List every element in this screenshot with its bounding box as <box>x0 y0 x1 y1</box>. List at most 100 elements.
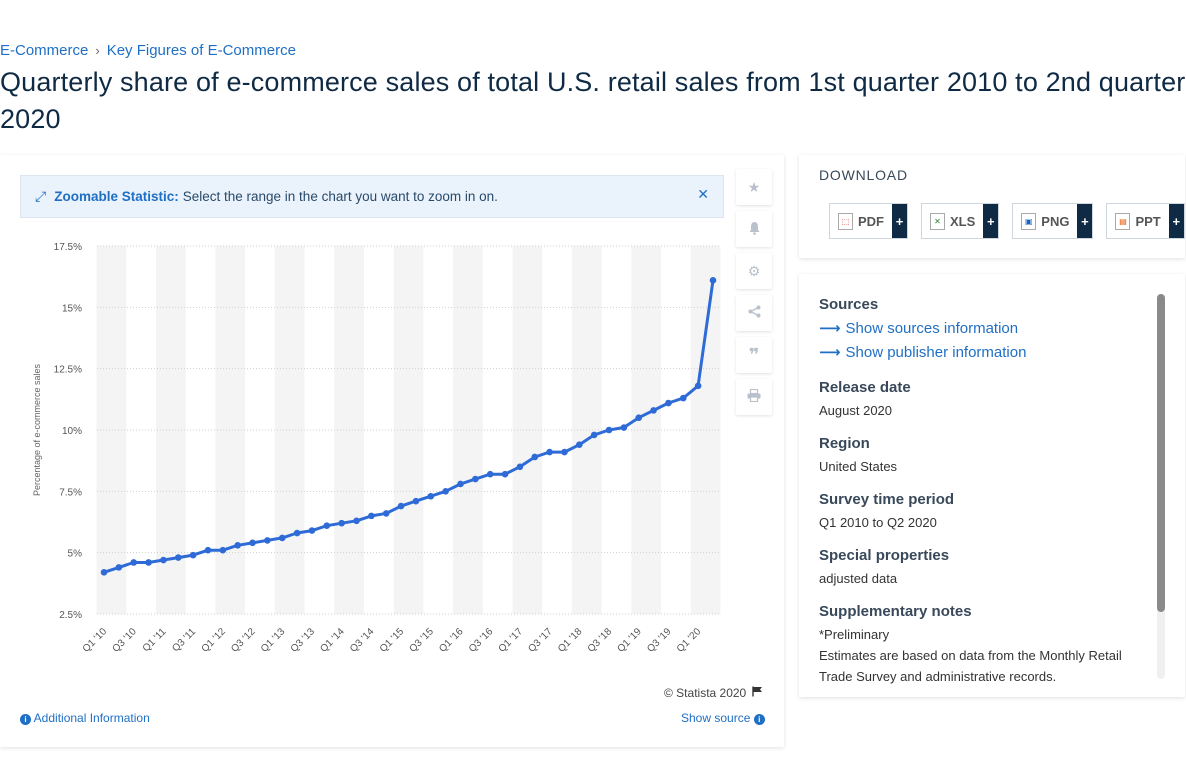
gear-icon: ⚙ <box>747 262 761 279</box>
statistic-info-content: Sources ⟶ Show sources information ⟶ Show … <box>819 296 1139 697</box>
sources-heading: Sources <box>819 296 879 313</box>
download-ppt-button[interactable]: ▤ PPT + <box>1106 203 1185 239</box>
grid-band <box>512 246 543 614</box>
survey-period-value: Q1 2010 to Q2 2020 <box>819 515 937 530</box>
download-pdf-button[interactable]: ⬚ PDF + <box>829 203 908 239</box>
chart-card: ⤢ Zoomable Statistic: Select the range i… <box>0 155 784 747</box>
data-point <box>501 470 509 478</box>
supplementary-notes-text: Estimates are based on data from the Mon… <box>819 648 1122 684</box>
settings-button[interactable]: ⚙ <box>736 253 772 289</box>
y-tick-label: 7.5% <box>59 487 82 498</box>
supplementary-notes-heading: Supplementary notes <box>819 603 972 620</box>
data-point <box>457 480 464 488</box>
data-point <box>427 492 435 500</box>
show-sources-label: Show sources information <box>845 320 1019 337</box>
release-date-heading: Release date <box>819 379 911 396</box>
plus-icon: + <box>892 204 907 238</box>
breadcrumb-link-ecommerce[interactable]: E-Commerce <box>0 42 88 59</box>
x-tick-label: Q1 '11 <box>141 626 169 654</box>
x-tick-label: Q1 '16 <box>437 626 466 655</box>
x-tick-label: Q1 '19 <box>615 626 644 655</box>
download-xls-button[interactable]: ✕ XLS + <box>921 203 1000 239</box>
show-source-link[interactable]: Show source i <box>681 711 765 725</box>
download-title: DOWNLOAD <box>819 167 908 183</box>
chart-toolbar: ★ ⚙ ❞ <box>736 169 772 421</box>
y-tick-label: 12.5% <box>54 365 82 376</box>
x-tick-label: Q3 '18 <box>586 626 615 655</box>
show-publisher-link[interactable]: ⟶ Show publisher information <box>819 341 1139 365</box>
data-point <box>561 448 568 456</box>
data-point <box>219 546 227 554</box>
data-point <box>576 441 583 449</box>
x-tick-label: Q3 '14 <box>348 626 377 655</box>
data-point <box>412 497 420 505</box>
download-png-button[interactable]: ▣ PNG + <box>1012 203 1094 239</box>
additional-info-label: Additional Information <box>33 711 150 725</box>
bell-icon <box>748 221 761 238</box>
y-tick-label: 5% <box>68 549 83 560</box>
data-point <box>353 517 360 525</box>
plus-icon: + <box>1168 204 1184 238</box>
info-scrollbar[interactable] <box>1157 294 1165 679</box>
cite-button[interactable]: ❞ <box>736 337 772 373</box>
print-button[interactable] <box>736 379 772 415</box>
show-source-label: Show source <box>681 711 751 725</box>
data-point <box>679 394 687 402</box>
png-icon: ▣ <box>1021 212 1037 230</box>
expand-icon: ⤢ <box>35 188 47 204</box>
region-value: United States <box>819 459 898 474</box>
download-xls-label: XLS <box>950 213 976 229</box>
data-point <box>397 502 405 510</box>
notification-button[interactable] <box>736 211 772 247</box>
data-point <box>546 448 553 456</box>
data-point <box>650 407 657 414</box>
y-tick-label: 10% <box>62 426 82 437</box>
share-button[interactable] <box>736 295 772 331</box>
data-point <box>130 559 138 566</box>
close-icon[interactable]: ✕ <box>697 186 709 203</box>
data-point <box>160 556 167 564</box>
x-tick-label: Q3 '13 <box>289 626 318 655</box>
data-point <box>531 453 539 461</box>
supplementary-notes-preliminary: *Preliminary <box>819 627 890 642</box>
data-point <box>694 382 702 390</box>
data-point <box>323 522 331 529</box>
show-publisher-label: Show publisher information <box>845 344 1027 361</box>
data-point <box>709 277 717 284</box>
data-point <box>590 431 598 439</box>
pdf-icon: ⬚ <box>838 212 853 230</box>
download-panel: DOWNLOAD ⬚ PDF + ✕ XLS + ▣ PNG + ▤ PPT + <box>799 155 1185 258</box>
arrow-right-icon: ⟶ <box>819 344 841 361</box>
info-scrollbar-thumb[interactable] <box>1157 294 1165 612</box>
additional-info-link[interactable]: i Additional Information <box>20 711 150 725</box>
download-buttons: ⬚ PDF + ✕ XLS + ▣ PNG + ▤ PPT + <box>829 203 1186 239</box>
data-point <box>145 559 152 566</box>
download-pdf-label: PDF <box>858 213 884 229</box>
download-ppt-label: PPT <box>1135 213 1161 229</box>
x-tick-label: Q1 '17 <box>497 626 526 655</box>
x-tick-label: Q1 '18 <box>556 626 585 655</box>
release-date-value: August 2020 <box>819 403 893 418</box>
line-chart[interactable]: 2.5% 5% 7.5% 10% 12.5% 15% 17.5% Percentage of … <box>0 225 730 665</box>
data-point <box>115 564 123 571</box>
quote-icon: ❞ <box>748 344 760 365</box>
data-point <box>174 554 182 561</box>
star-icon: ★ <box>747 178 761 195</box>
show-sources-link[interactable]: ⟶ Show sources information <box>819 317 1139 341</box>
data-point <box>516 463 524 471</box>
data-point <box>635 414 643 422</box>
y-axis-label: Percentage of e-commerce sales <box>32 363 42 496</box>
grid-band <box>215 246 246 614</box>
x-tick-label: Q3 '10 <box>110 626 139 655</box>
info-icon: i <box>753 714 765 725</box>
plus-icon: + <box>1077 204 1093 238</box>
x-tick-label: Q1 '10 <box>81 626 110 655</box>
x-tick-label: Q1 '13 <box>259 626 288 655</box>
survey-period-heading: Survey time period <box>819 491 955 508</box>
flag-icon[interactable] <box>752 686 763 700</box>
plus-icon: + <box>983 204 999 238</box>
breadcrumb-link-key-figures[interactable]: Key Figures of E-Commerce <box>107 42 296 59</box>
data-point <box>234 542 241 549</box>
favorite-button[interactable]: ★ <box>736 169 772 205</box>
data-point <box>486 470 494 478</box>
